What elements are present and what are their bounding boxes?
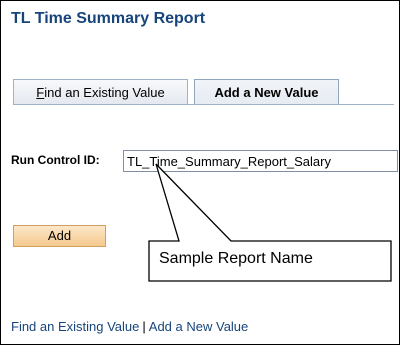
link-separator: | bbox=[142, 319, 146, 334]
callout-bubble bbox=[148, 163, 392, 282]
bottom-links: Find an Existing Value | Add a New Value bbox=[11, 319, 248, 334]
page-frame: TL Time Summary Report Find an Existing … bbox=[0, 0, 400, 345]
find-existing-value-link[interactable]: Find an Existing Value bbox=[11, 319, 139, 334]
callout-text: Sample Report Name bbox=[159, 250, 313, 267]
add-new-value-link[interactable]: Add a New Value bbox=[149, 319, 249, 334]
